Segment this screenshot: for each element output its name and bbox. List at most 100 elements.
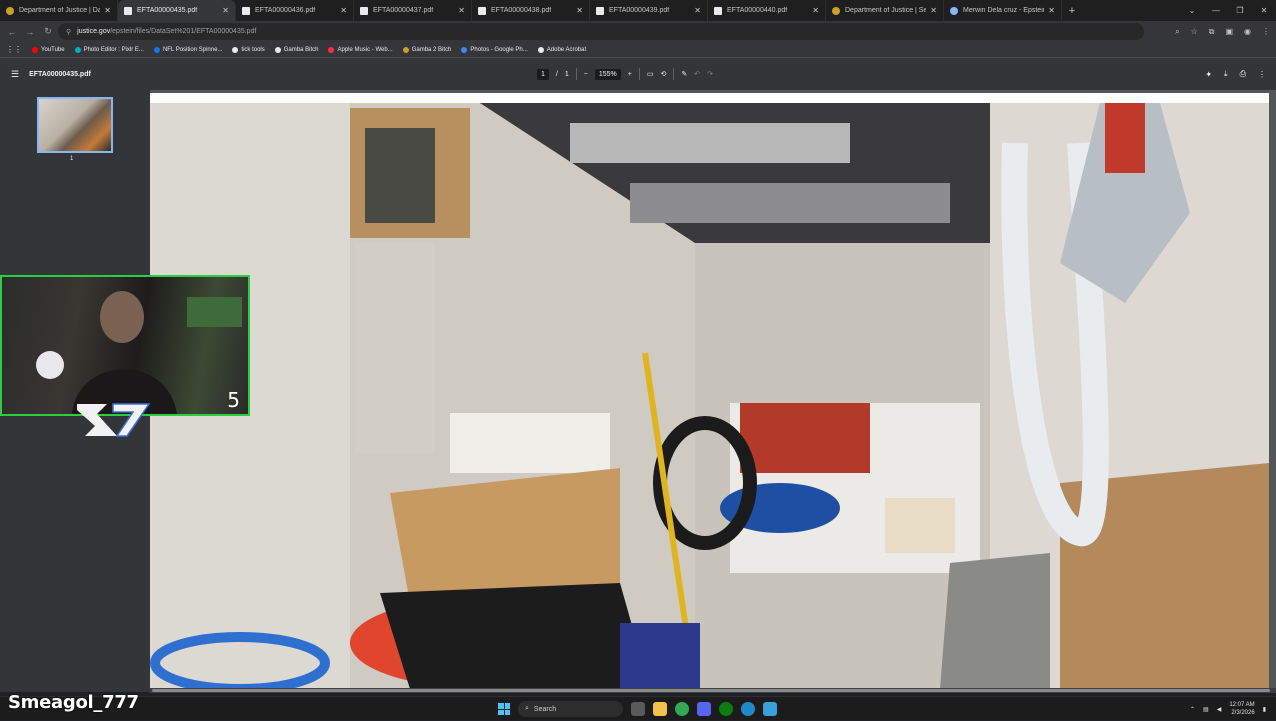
redo-icon[interactable]: ↷ xyxy=(707,70,713,78)
undo-icon[interactable]: ↶ xyxy=(694,70,700,78)
forward-icon[interactable]: → xyxy=(24,27,36,37)
file-explorer-icon[interactable] xyxy=(653,702,667,716)
chrome-icon[interactable] xyxy=(675,702,689,716)
scrollbar-thumb[interactable] xyxy=(152,689,1270,692)
task-view-icon[interactable] xyxy=(631,702,645,716)
bookmark-label: Gamba Bitch xyxy=(283,46,319,53)
bookmark-favicon-icon xyxy=(153,46,160,53)
download-icon[interactable]: ⤓ xyxy=(1224,69,1228,79)
notepad-icon[interactable] xyxy=(763,702,777,716)
bookmark-item[interactable]: Photo Editor : Pixlr E... xyxy=(74,46,144,53)
rotate-icon[interactable]: ⟲ xyxy=(660,70,666,78)
bookmark-item[interactable]: Gamba Bitch xyxy=(274,46,319,53)
chevron-down-icon[interactable]: ⌄ xyxy=(1180,6,1204,15)
close-tab-icon[interactable]: ✕ xyxy=(694,6,701,15)
pdf-viewport[interactable] xyxy=(150,90,1276,692)
reload-icon[interactable]: ↻ xyxy=(42,26,54,37)
edge-icon[interactable] xyxy=(741,702,755,716)
webcam-counter: 5 xyxy=(227,388,240,412)
browser-tab[interactable]: EFTA00000435.pdf ✕ xyxy=(118,0,236,21)
bookmark-label: Adobe Acrobat xyxy=(546,46,587,53)
site-info-icon[interactable]: ⚲ xyxy=(66,28,71,36)
address-bar[interactable]: ⚲ justice.gov/epstein/files/DataSet%201/… xyxy=(58,23,1144,40)
bookmark-label: Gamba 2 Bitch xyxy=(411,46,452,53)
sidepanel-icon[interactable]: ▣ xyxy=(1225,27,1233,36)
browser-tab[interactable]: EFTA00000437.pdf ✕ xyxy=(354,0,472,21)
start-button[interactable] xyxy=(498,703,510,715)
browser-tab[interactable]: EFTA00000436.pdf ✕ xyxy=(236,0,354,21)
notifications-icon[interactable]: ▮ xyxy=(1263,706,1266,713)
bookmark-item[interactable]: NFL Position Spinne... xyxy=(153,46,223,53)
pdf-toolbar: ☰ EFTA00000435.pdf 1 / 1 − 155% + ▭ ⟲ ✎ … xyxy=(0,58,1276,90)
more-menu-icon[interactable]: ⋮ xyxy=(1262,27,1270,36)
bookmark-item[interactable]: Photos - Google Ph... xyxy=(461,46,528,53)
chevron-up-icon[interactable]: ⌃ xyxy=(1190,706,1195,713)
discord-icon[interactable] xyxy=(697,702,711,716)
menu-icon[interactable]: ☰ xyxy=(11,69,19,80)
volume-icon[interactable]: ◀ xyxy=(1217,706,1222,713)
doj-favicon-icon xyxy=(6,6,14,15)
xbox-icon[interactable] xyxy=(719,702,733,716)
browser-toolbar: ← → ↻ ⚲ justice.gov/epstein/files/DataSe… xyxy=(0,21,1276,42)
bookmark-item[interactable]: Adobe Acrobat xyxy=(537,46,587,53)
bookmarks-bar: ⋮⋮ YouTube Photo Editor : Pixlr E... NFL P… xyxy=(0,42,1276,58)
browser-tab[interactable]: EFTA00000438.pdf ✕ xyxy=(472,0,590,21)
zoom-out-icon[interactable]: − xyxy=(584,71,588,78)
window-controls: ⌄ — ❐ ✕ xyxy=(1180,0,1276,21)
zoom-input[interactable]: 155% xyxy=(594,68,621,80)
new-tab-button[interactable]: + xyxy=(1062,0,1082,21)
print-icon[interactable]: ⎙ xyxy=(1240,69,1246,79)
ai-assist-icon[interactable]: ✦ xyxy=(1205,70,1212,79)
horizontal-scrollbar[interactable] xyxy=(150,688,1276,693)
close-tab-icon[interactable]: ✕ xyxy=(576,6,583,15)
tab-title: EFTA00000440.pdf xyxy=(727,7,788,14)
pdf-favicon-icon xyxy=(714,6,722,15)
zoom-in-icon[interactable]: + xyxy=(628,71,632,78)
profile-avatar[interactable]: ◉ xyxy=(1244,27,1251,36)
close-tab-icon[interactable]: ✕ xyxy=(1048,6,1055,15)
bookmark-star-icon[interactable]: ☆ xyxy=(1191,27,1198,36)
bookmark-label: Photos - Google Ph... xyxy=(470,46,528,53)
zoom-icon[interactable]: ⌕ xyxy=(1175,27,1179,37)
bookmark-item[interactable]: Gamba 2 Bitch xyxy=(402,46,452,53)
fit-page-icon[interactable]: ▭ xyxy=(647,70,654,78)
extensions-icon[interactable]: ⧉ xyxy=(1209,27,1215,37)
close-window-button[interactable]: ✕ xyxy=(1252,6,1276,15)
close-tab-icon[interactable]: ✕ xyxy=(340,6,347,15)
browser-tab-strip: Department of Justice | Data Se✕EFTA0000… xyxy=(0,0,1276,21)
network-icon[interactable]: ▤ xyxy=(1203,706,1209,713)
os-taskbar: ⌕ Search ⌃ ▤ ◀ 12:07 AM 2/3/2026 ▮ xyxy=(0,696,1276,720)
browser-tab[interactable]: EFTA00000439.pdf ✕ xyxy=(590,0,708,21)
close-tab-icon[interactable]: ✕ xyxy=(930,6,937,15)
address-host: justice.gov xyxy=(77,28,111,35)
bookmark-item[interactable]: YouTube xyxy=(32,46,65,53)
more-actions-icon[interactable]: ⋮ xyxy=(1258,70,1266,79)
browser-tab[interactable]: Department of Justice | Data Se ✕ xyxy=(0,0,118,21)
clock[interactable]: 12:07 AM 2/3/2026 xyxy=(1229,701,1254,717)
page-total: 1 xyxy=(564,70,569,78)
page-number-input[interactable]: 1 xyxy=(537,68,549,80)
taskbar-search[interactable]: ⌕ Search xyxy=(518,701,623,717)
annotate-icon[interactable]: ✎ xyxy=(681,70,687,78)
bookmark-label: tick tools xyxy=(241,46,265,53)
close-tab-icon[interactable]: ✕ xyxy=(812,6,819,15)
bookmark-item[interactable]: Apple Music - Web... xyxy=(328,46,393,53)
back-icon[interactable]: ← xyxy=(6,27,18,37)
browser-tab[interactable]: EFTA00000440.pdf ✕ xyxy=(708,0,826,21)
close-tab-icon[interactable]: ✕ xyxy=(222,6,229,15)
pdf-filename: EFTA00000435.pdf xyxy=(29,70,91,78)
bookmark-label: NFL Position Spinne... xyxy=(162,46,223,53)
globe-favicon-icon xyxy=(950,6,958,15)
maximize-button[interactable]: ❐ xyxy=(1228,6,1252,15)
bookmark-item[interactable]: tick tools xyxy=(232,46,265,53)
address-path: /epstein/files/DataSet%201/EFTA00000435.… xyxy=(110,28,257,35)
minimize-button[interactable]: — xyxy=(1204,6,1228,15)
browser-tab[interactable]: Department of Justice | Search ✕ xyxy=(826,0,944,21)
bookmark-favicon-icon xyxy=(232,46,239,53)
close-tab-icon[interactable]: ✕ xyxy=(104,6,111,15)
apps-grid-icon[interactable]: ⋮⋮ xyxy=(6,45,22,54)
pdf-favicon-icon xyxy=(242,6,250,15)
browser-tab[interactable]: Merwin Dela cruz - Epstein We ✕ xyxy=(944,0,1062,21)
close-tab-icon[interactable]: ✕ xyxy=(458,6,465,15)
page-thumbnail[interactable] xyxy=(37,97,113,153)
